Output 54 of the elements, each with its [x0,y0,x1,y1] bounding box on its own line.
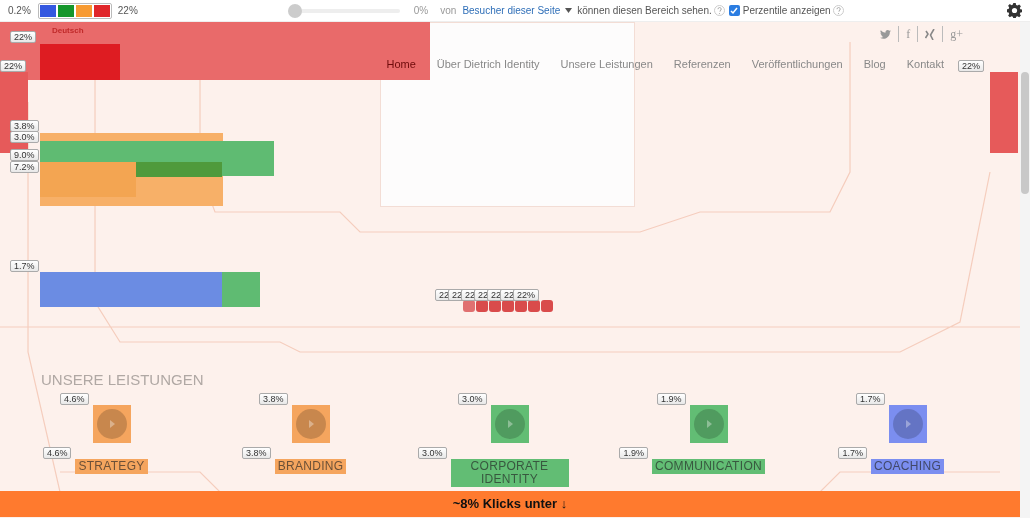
service-label[interactable]: COMMUNICATION [652,459,765,474]
percent-badge: 7.2% [10,161,39,173]
percent-badge: 3.8% [259,393,288,405]
slider-reading: 0% [413,4,429,18]
scrollbar-thumb[interactable] [1021,72,1029,194]
percent-badge: 1.9% [657,393,686,405]
percent-badge: 1.7% [856,393,885,405]
von-label: von [440,4,457,18]
percent-badge: 22% [513,289,539,301]
nav-link[interactable]: Blog [863,56,886,73]
nav-link[interactable]: Kontakt [906,56,944,73]
social-icon[interactable]: g+ [950,25,963,43]
threshold-slider[interactable] [287,3,400,18]
nav-link[interactable]: Unsere Leistungen [560,56,653,73]
settings-icon[interactable] [1007,3,1022,18]
service-label[interactable]: CORPORATE IDENTITY [450,459,569,487]
percent-badge: 4.6% [60,393,89,405]
percent-badge: 22% [0,60,26,72]
social-icon[interactable]: f [906,25,911,43]
audience-dropdown[interactable]: Besucher dieser Seite [462,3,561,18]
section-heading: UNSERE LEISTUNGEN [41,369,205,390]
percent-badge: 22% [10,31,36,43]
caret-icon[interactable] [565,8,573,13]
percent-badge: 1.7% [10,260,39,272]
bird-icon[interactable] [880,29,892,39]
percent-badge: 3.8% [242,447,271,459]
percent-badge: 1.9% [619,447,648,459]
nav-link[interactable]: Referenzen [673,56,731,73]
percent-badge: 9.0% [10,149,39,161]
help-icon[interactable] [713,5,725,16]
nav-link[interactable]: Über Dietrich Identity [436,56,540,73]
percent-badge: 4.6% [42,447,72,459]
percent-badge: 3.8% [10,120,39,132]
percent-badge: 1.7% [838,447,867,459]
slider-thumb[interactable] [287,3,302,18]
percent-badge: 3.0% [458,393,487,405]
percentiles-checkbox[interactable] [728,5,740,16]
x-shape-icon[interactable] [925,28,936,40]
nav-link[interactable]: Home [386,56,416,73]
percent-badge: 3.0% [418,447,447,459]
scrollbar[interactable] [1020,22,1030,518]
help-icon[interactable] [832,5,844,16]
service-label[interactable]: BRANDING [274,459,347,474]
description-text: können diesen Bereich sehen. [577,4,712,18]
service-label[interactable]: COACHING [870,459,945,474]
scroll-notice: ~8% Klicks unter ↓ [0,491,1020,517]
nav-link[interactable]: Veröffentlichungen [751,56,843,73]
max-value-label: 22% [117,4,138,18]
service-label[interactable]: STRATEGY [75,459,148,474]
percentiles-label[interactable]: Perzentile anzeigen [742,3,831,18]
min-value-label: 0.2% [8,4,31,18]
language-link[interactable]: Deutsch [52,22,84,42]
percent-badge: 22% [958,60,984,72]
percent-badge: 3.0% [10,131,39,143]
